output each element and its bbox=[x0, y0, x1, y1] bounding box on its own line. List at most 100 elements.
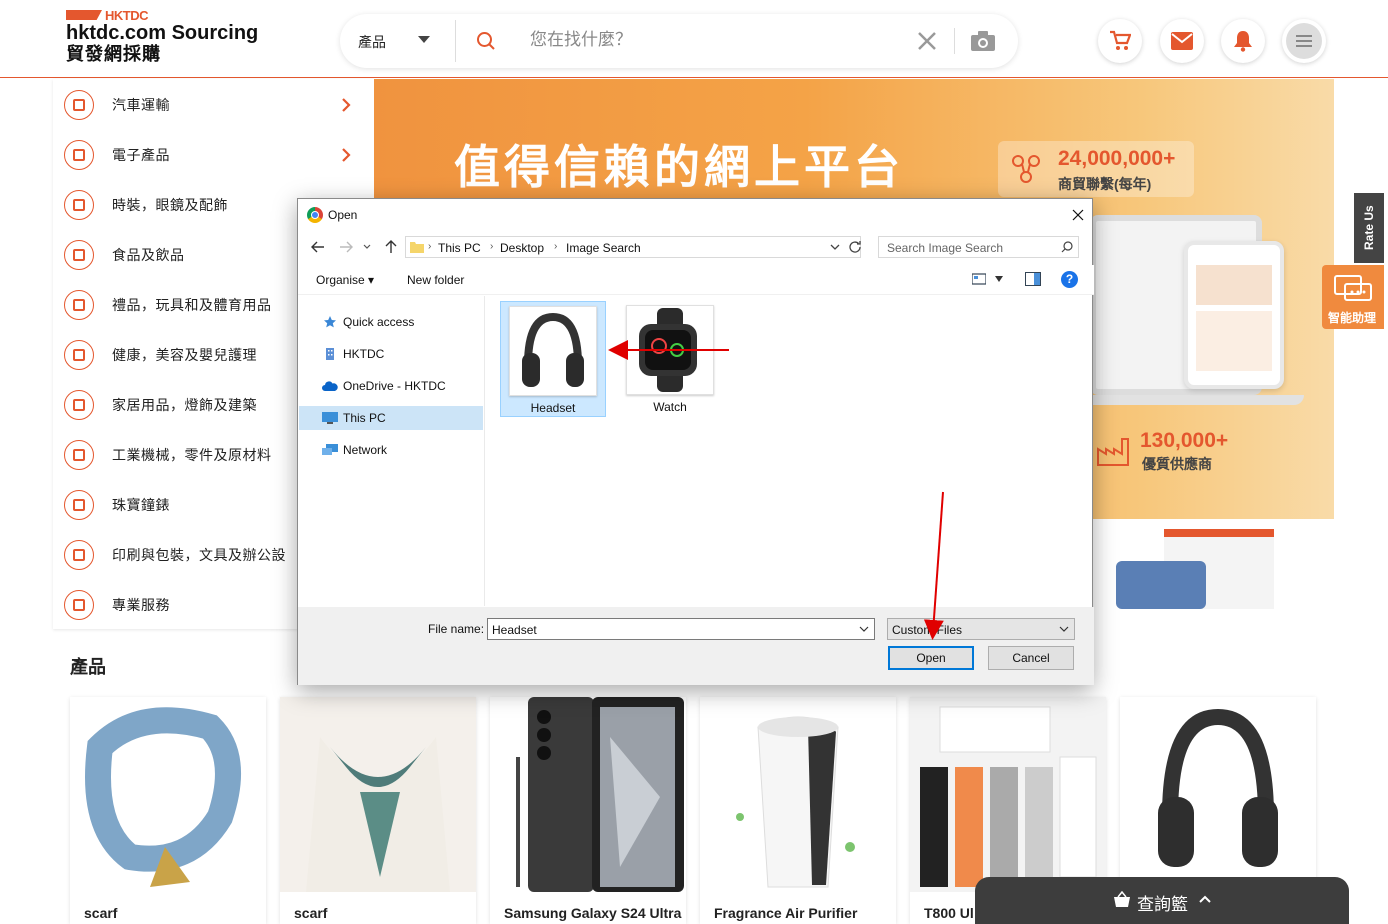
navigation-pane: Quick access HKTDC OneDrive - HKTDC This… bbox=[299, 296, 485, 606]
hktdc-logo-mark bbox=[66, 10, 102, 20]
recent-locations-chevron-icon[interactable] bbox=[362, 239, 372, 255]
watch-thumbnail bbox=[639, 308, 697, 392]
category-item-automotive[interactable]: 汽車運輸 bbox=[53, 80, 374, 130]
view-options-icon[interactable] bbox=[972, 273, 986, 285]
file-label: Watch bbox=[653, 400, 687, 414]
category-label: 珠寶鐘錶 bbox=[112, 497, 170, 513]
chevron-down-icon[interactable] bbox=[859, 625, 869, 633]
chrome-icon bbox=[307, 207, 323, 223]
dialog-search-box[interactable]: Search Image Search bbox=[878, 236, 1079, 258]
product-name: Samsung Galaxy S24 Ultra bbox=[504, 905, 682, 921]
close-icon[interactable] bbox=[1068, 205, 1088, 225]
category-label: 健康，美容及嬰兒護理 bbox=[112, 347, 257, 363]
inquiry-basket-bar[interactable]: 查詢籃 bbox=[975, 877, 1349, 924]
close-icon[interactable] bbox=[916, 30, 938, 52]
product-name: scarf bbox=[84, 905, 118, 921]
stat1-label: 商貿聯繫(每年) bbox=[1058, 176, 1152, 192]
star-icon bbox=[324, 316, 336, 328]
chevron-up-icon[interactable] bbox=[1199, 895, 1211, 903]
filetype-value: Custom Files bbox=[892, 623, 963, 637]
chevron-down-icon[interactable] bbox=[995, 276, 1003, 282]
filetype-select[interactable]: Custom Files bbox=[887, 618, 1075, 640]
stat-connections: 24,000,000+ 商貿聯繫(每年) bbox=[998, 141, 1194, 197]
search-bar: 產品 bbox=[340, 14, 1018, 68]
breadcrumb-image-search[interactable]: Image Search bbox=[566, 241, 641, 255]
chevron-right-icon[interactable] bbox=[341, 98, 351, 112]
diamond-icon bbox=[64, 490, 94, 520]
lamp-icon bbox=[64, 390, 94, 420]
product-card[interactable]: Samsung Galaxy S24 Ultra bbox=[490, 697, 686, 924]
phone-illustration bbox=[1184, 241, 1284, 389]
stat2-number: 130,000+ bbox=[1140, 429, 1229, 452]
nav-item-this-pc[interactable]: This PC bbox=[299, 406, 483, 430]
back-arrow-icon[interactable] bbox=[310, 239, 326, 255]
chevron-down-icon[interactable] bbox=[1059, 625, 1069, 633]
gift-icon bbox=[64, 290, 94, 320]
folder-icon bbox=[410, 242, 424, 253]
help-icon[interactable]: ? bbox=[1061, 271, 1078, 288]
open-button[interactable]: Open bbox=[888, 646, 974, 670]
site-logo[interactable]: HKTDC hktdc.com Sourcing 貿發網採購 bbox=[66, 8, 258, 64]
banner-title: 值得信賴的網上平台 bbox=[454, 140, 904, 194]
rate-us-tab[interactable]: Rate Us bbox=[1354, 193, 1384, 263]
nav-item-quick-access[interactable]: Quick access bbox=[299, 310, 483, 334]
search-category-select[interactable]: 產品 bbox=[358, 32, 386, 52]
breadcrumb-this-pc[interactable]: This PC bbox=[438, 241, 481, 255]
product-name: Fragrance Air Purifier bbox=[714, 905, 858, 921]
pen-icon bbox=[64, 540, 94, 570]
up-arrow-icon[interactable] bbox=[383, 239, 399, 255]
nav-item-network[interactable]: Network bbox=[299, 438, 483, 462]
nav-item-onedrive[interactable]: OneDrive - HKTDC bbox=[299, 374, 483, 398]
briefcase-icon bbox=[64, 590, 94, 620]
address-row: › This PC › Desktop › Image Search Searc… bbox=[298, 235, 1094, 261]
product-name: scarf bbox=[294, 905, 328, 921]
camera-icon[interactable] bbox=[970, 30, 996, 52]
chevron-down-icon[interactable] bbox=[418, 36, 430, 43]
monitor-icon bbox=[322, 412, 338, 424]
product-card[interactable]: Fragrance Air Purifier bbox=[700, 697, 896, 924]
air-purifier-image bbox=[736, 716, 855, 888]
factory-icon bbox=[1097, 438, 1129, 466]
filename-input[interactable]: Headset bbox=[487, 618, 875, 640]
stat1-number: 24,000,000+ bbox=[1058, 147, 1176, 170]
product-card[interactable]: scarf bbox=[70, 697, 266, 924]
assistant-label: 智能助理 bbox=[1328, 311, 1377, 325]
network-icon bbox=[322, 444, 338, 455]
dialog-title: Open bbox=[328, 208, 358, 222]
search-input[interactable] bbox=[530, 28, 890, 52]
new-folder-button[interactable]: New folder bbox=[407, 273, 464, 287]
mail-icon[interactable] bbox=[1160, 19, 1204, 63]
search-icon[interactable] bbox=[476, 31, 496, 51]
cancel-button[interactable]: Cancel bbox=[988, 646, 1074, 670]
preview-pane-icon[interactable] bbox=[1025, 272, 1041, 286]
products-heading: 產品 bbox=[70, 657, 106, 677]
file-item-watch[interactable]: Watch bbox=[618, 301, 724, 417]
file-list: Headset Watch bbox=[486, 296, 1092, 606]
nav-item-label: HKTDC bbox=[343, 347, 385, 361]
scarf-image bbox=[85, 707, 241, 887]
chevron-right-icon[interactable] bbox=[341, 148, 351, 162]
dialog-bottom-area: File name: Headset Custom Files Open Can… bbox=[298, 607, 1094, 685]
search-icon[interactable] bbox=[1061, 241, 1073, 253]
car-icon bbox=[64, 90, 94, 120]
dialog-toolbar: Organise ▾ New folder ? bbox=[298, 265, 1094, 295]
smart-assistant-button[interactable]: 智能助理 bbox=[1322, 265, 1384, 329]
smartphone-image bbox=[516, 697, 684, 892]
organise-button[interactable]: Organise ▾ bbox=[316, 273, 374, 287]
category-item-electronics[interactable]: 電子產品 bbox=[53, 130, 374, 180]
product-card[interactable]: scarf bbox=[280, 697, 476, 924]
logo-title: hktdc.com Sourcing bbox=[66, 22, 259, 44]
menu-icon[interactable] bbox=[1282, 19, 1326, 63]
breadcrumb-desktop[interactable]: Desktop bbox=[500, 241, 544, 255]
address-bar[interactable]: › This PC › Desktop › Image Search bbox=[405, 236, 861, 258]
file-item-headset[interactable]: Headset bbox=[500, 301, 606, 417]
refresh-icon[interactable] bbox=[847, 239, 863, 255]
product-name: T800 Ul bbox=[924, 905, 974, 921]
bell-icon[interactable] bbox=[1221, 19, 1265, 63]
nav-item-hktdc[interactable]: HKTDC bbox=[299, 342, 483, 366]
category-label: 家居用品，燈飾及建築 bbox=[112, 397, 257, 413]
chevron-down-icon[interactable] bbox=[830, 244, 840, 251]
network-people-icon bbox=[1012, 155, 1040, 183]
forward-arrow-icon[interactable] bbox=[338, 239, 354, 255]
cart-icon[interactable] bbox=[1098, 19, 1142, 63]
